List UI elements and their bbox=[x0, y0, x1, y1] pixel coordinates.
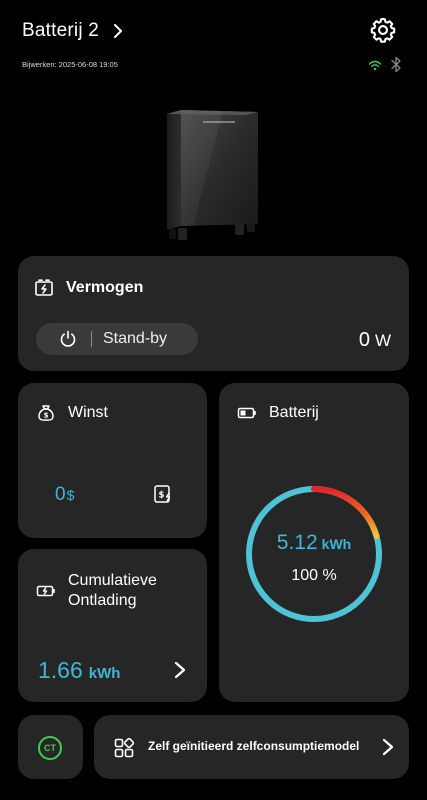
battery-icon bbox=[237, 407, 256, 419]
ct-icon: CT bbox=[38, 736, 62, 760]
money-flash-icon: $ bbox=[154, 485, 171, 503]
grid-apps-icon bbox=[114, 738, 134, 758]
discharge-number: 1.66 bbox=[38, 657, 83, 683]
standby-toggle[interactable]: Stand-by bbox=[36, 323, 198, 355]
svg-text:$: $ bbox=[44, 412, 49, 420]
discharge-title-line2: Ontlading bbox=[68, 592, 137, 609]
device-title-link[interactable]: Batterij 2 bbox=[22, 18, 125, 44]
chevron-right-icon[interactable] bbox=[173, 661, 187, 679]
chevron-right-icon bbox=[113, 24, 122, 38]
power-value: 0 W bbox=[359, 329, 391, 352]
device-title: Batterij 2 bbox=[22, 20, 99, 41]
ct-button[interactable]: CT bbox=[18, 715, 83, 779]
power-unit: W bbox=[374, 331, 391, 350]
svg-text:$: $ bbox=[159, 491, 165, 501]
battery-energy: 5.12 kWh bbox=[219, 531, 409, 555]
discharge-unit: kWh bbox=[88, 665, 121, 682]
discharge-title: Cumulatieve Ontlading bbox=[68, 571, 157, 611]
battery-charge-icon bbox=[35, 279, 53, 296]
discharge-value: 1.66 kWh bbox=[38, 657, 120, 684]
battery-card[interactable]: Batterij 5.12 kWh 100 % bbox=[219, 383, 409, 702]
standby-label: Stand-by bbox=[103, 330, 168, 347]
self-consumption-mode-button[interactable]: Zelf geïnitieerd zelfconsumptiemodel bbox=[94, 715, 409, 779]
profit-value: 0 $ bbox=[55, 484, 74, 506]
bluetooth-icon bbox=[391, 56, 401, 73]
pill-divider bbox=[91, 331, 92, 347]
battery-energy-number: 5.12 bbox=[276, 531, 318, 554]
gear-icon[interactable] bbox=[369, 16, 397, 44]
last-updated: Bijwerken: 2025-06-08 19:05 bbox=[22, 60, 118, 69]
profit-unit: $ bbox=[66, 487, 75, 503]
wifi-icon bbox=[368, 60, 382, 71]
profit-title: Winst bbox=[68, 404, 108, 421]
battery-discharge-icon bbox=[36, 585, 55, 597]
chevron-right-icon bbox=[382, 738, 394, 756]
profit-card[interactable]: $ Winst 0 $ $ bbox=[18, 383, 207, 538]
money-bag-icon: $ bbox=[38, 405, 54, 421]
power-card: Vermogen Stand-by 0 W bbox=[18, 256, 409, 371]
power-number: 0 bbox=[358, 329, 370, 351]
battery-percent: 100 % bbox=[291, 567, 337, 584]
profit-number: 0 bbox=[55, 484, 66, 505]
battery-device-image bbox=[167, 110, 258, 240]
power-title: Vermogen bbox=[66, 279, 144, 296]
power-icon bbox=[60, 330, 76, 347]
discharge-title-line1: Cumulatieve bbox=[68, 572, 157, 589]
discharge-card[interactable]: Cumulatieve Ontlading 1.66 kWh bbox=[18, 549, 207, 702]
battery-title: Batterij bbox=[269, 404, 319, 421]
battery-energy-unit: kWh bbox=[321, 536, 352, 552]
mode-label: Zelf geïnitieerd zelfconsumptiemodel bbox=[148, 739, 360, 753]
